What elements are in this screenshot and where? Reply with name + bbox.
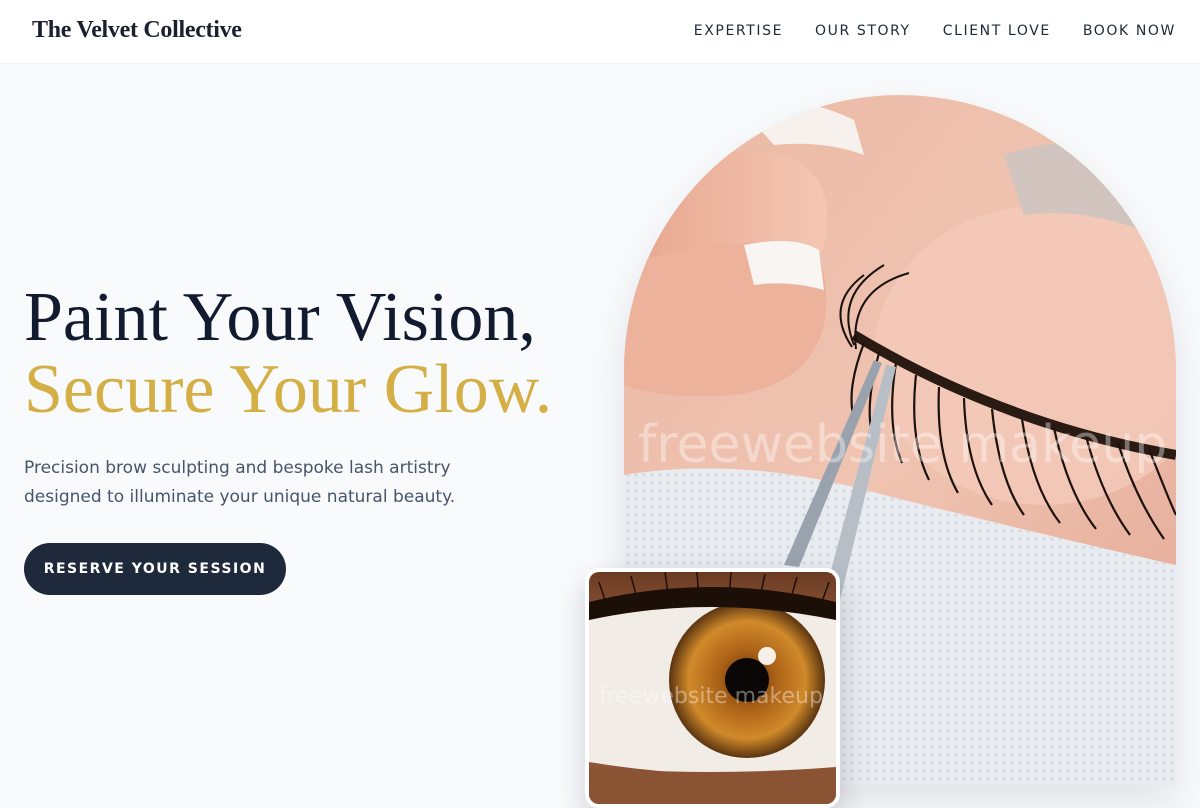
reserve-session-button[interactable]: RESERVE YOUR SESSION	[24, 543, 286, 595]
hero-title-line1: Paint Your Vision,	[24, 279, 536, 356]
nav-link-client-love[interactable]: CLIENT LOVE	[943, 23, 1051, 39]
hero-title-line2-accent: Secure Your Glow.	[24, 351, 553, 428]
nav-link-our-story[interactable]: OUR STORY	[815, 23, 911, 39]
eye-closeup-illustration	[589, 572, 836, 804]
top-navbar: The Velvet Collective EXPERTISE OUR STOR…	[0, 0, 1200, 64]
nav-links: EXPERTISE OUR STORY CLIENT LOVE BOOK NOW	[694, 23, 1176, 39]
hero-subtitle: Precision brow sculpting and bespoke las…	[24, 458, 456, 507]
hero-title: Paint Your Vision, Secure Your Glow.	[24, 282, 552, 426]
nav-link-expertise[interactable]: EXPERTISE	[694, 23, 783, 39]
brand-logo[interactable]: The Velvet Collective	[32, 17, 242, 44]
eye-closeup-photo: freewebsite makeup	[585, 568, 840, 808]
nav-link-book-now[interactable]: BOOK NOW	[1083, 23, 1176, 39]
